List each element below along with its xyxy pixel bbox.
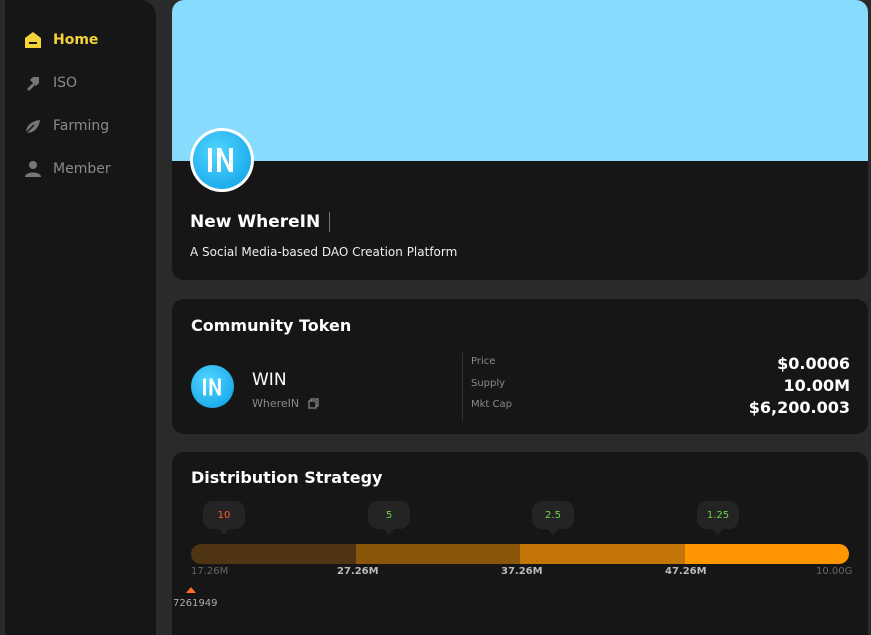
bar-tick-label: 37.26M — [501, 566, 543, 577]
shovel-icon — [23, 73, 43, 93]
bar-segment — [191, 544, 356, 564]
profile-name: New WhereIN — [190, 212, 331, 232]
token-name: WhereIN — [252, 397, 319, 410]
sidebar-item-label: Member — [53, 161, 111, 177]
bubble-rate: 1.25 — [697, 501, 739, 535]
stat-value-supply: 10.00M — [783, 376, 850, 395]
bar-tick-label: 27.26M — [337, 566, 379, 577]
bar-segment — [355, 544, 520, 564]
avatar — [190, 128, 254, 192]
token-symbol: WIN — [252, 370, 287, 390]
bubble-rate: 5 — [368, 501, 410, 535]
divider — [462, 353, 463, 421]
stat-label-price: Price — [471, 356, 496, 367]
stat-value-mktcap: $6,200.003 — [748, 398, 850, 417]
sidebar-item-label: ISO — [53, 75, 78, 91]
profile-description: A Social Media-based DAO Creation Platfo… — [190, 245, 458, 259]
token-logo-icon — [191, 365, 234, 408]
home-icon — [23, 30, 43, 50]
current-position-value: 7261949 — [173, 598, 218, 609]
bubble-rate: 10 — [203, 501, 245, 535]
bubble-rate-text: 5 — [385, 509, 393, 521]
token-name-text: WhereIN — [252, 397, 300, 410]
copy-icon[interactable] — [308, 398, 319, 409]
community-token-card: Community Token WIN WhereIN Price Supply… — [172, 299, 868, 434]
stat-label-mktcap: Mkt Cap — [471, 399, 512, 410]
sidebar-item-member[interactable]: Member — [5, 155, 156, 183]
section-title: Community Token — [191, 316, 352, 335]
sidebar-item-home[interactable]: Home — [5, 26, 156, 54]
user-icon — [23, 159, 43, 179]
profile-banner — [172, 0, 868, 161]
profile-name-text: New WhereIN — [190, 212, 321, 232]
distribution-bar — [191, 544, 849, 564]
bubble-rate-text: 10 — [217, 509, 231, 521]
section-title: Distribution Strategy — [191, 468, 383, 487]
sidebar-item-label: Farming — [53, 118, 110, 134]
bar-tick-label: 10.00G — [816, 566, 853, 577]
sprout-icon — [23, 116, 43, 136]
bubble-rate-text: 1.25 — [706, 509, 730, 521]
bar-tick-label: 47.26M — [665, 566, 707, 577]
distribution-card: Distribution Strategy 10 5 2.5 1.25 17.2… — [172, 452, 868, 635]
sidebar: Home ISO Farming Member — [5, 0, 156, 635]
sidebar-item-farming[interactable]: Farming — [5, 112, 156, 140]
bar-segment — [520, 544, 685, 564]
stat-value-price: $0.0006 — [777, 354, 850, 373]
divider — [329, 212, 331, 232]
stat-label-supply: Supply — [471, 378, 506, 389]
bar-segment — [684, 544, 849, 564]
sidebar-item-iso[interactable]: ISO — [5, 69, 156, 97]
whereIn-logo-icon — [193, 131, 251, 189]
bar-tick-label: 17.26M — [191, 566, 229, 577]
current-position-marker-icon — [186, 587, 196, 593]
bubble-rate: 2.5 — [532, 501, 574, 535]
sidebar-item-label: Home — [53, 32, 99, 48]
bubble-rate-text: 2.5 — [545, 509, 561, 521]
profile-card: New WhereIN A Social Media-based DAO Cre… — [172, 0, 868, 280]
